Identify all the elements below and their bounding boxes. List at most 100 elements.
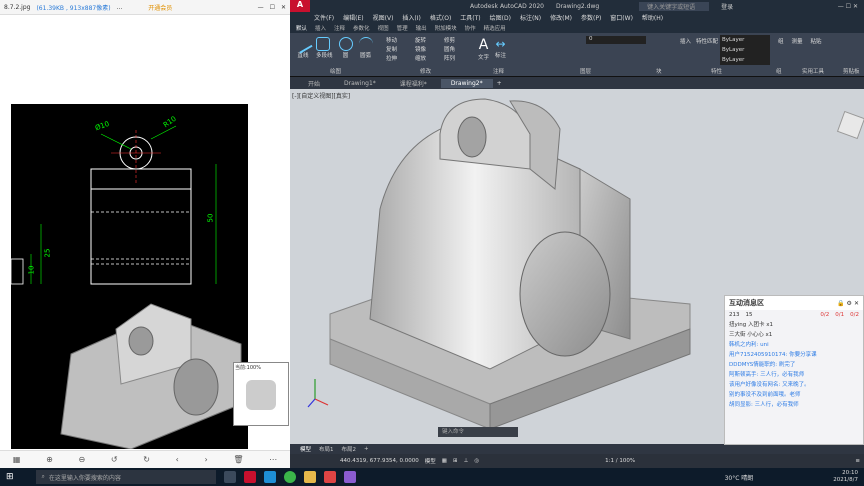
app-taskbar-icon[interactable] bbox=[323, 471, 336, 483]
grid-icon[interactable]: ▦ bbox=[13, 455, 21, 464]
menu-draw[interactable]: 绘图(D) bbox=[490, 13, 511, 22]
more-icon[interactable]: ⋯ bbox=[269, 455, 277, 464]
line-tool[interactable]: 直线 bbox=[293, 34, 313, 59]
lineweight-dropdown[interactable]: ByLayer bbox=[720, 55, 770, 65]
panel-label-block[interactable]: 块 bbox=[656, 67, 662, 75]
rotate-tool[interactable]: 旋转 bbox=[415, 36, 443, 44]
text-tool[interactable]: A 文字 bbox=[478, 37, 489, 61]
tab-layout2[interactable]: 布局2 bbox=[342, 445, 357, 453]
stretch-tool[interactable]: 拉伸 bbox=[386, 54, 414, 62]
osnap-icon[interactable]: ◎ bbox=[474, 458, 479, 464]
panel-label-properties[interactable]: 特性 bbox=[711, 67, 722, 75]
chrome-taskbar-icon[interactable] bbox=[283, 471, 296, 483]
measure-button[interactable]: 测量 bbox=[792, 37, 803, 45]
snap-icon[interactable]: ⊞ bbox=[453, 458, 458, 464]
menu-modify[interactable]: 修改(M) bbox=[550, 13, 572, 22]
panel-label-clipboard[interactable]: 剪贴板 bbox=[843, 67, 860, 75]
task-view-icon[interactable] bbox=[223, 471, 236, 483]
tab-drawing1[interactable]: Drawing1* bbox=[334, 79, 386, 88]
autocad-logo[interactable]: A bbox=[290, 0, 310, 12]
prev-icon[interactable]: ‹ bbox=[176, 455, 179, 464]
zoom-in-icon[interactable]: ⊕ bbox=[46, 455, 53, 464]
tab-annotate[interactable]: 注释 bbox=[334, 24, 345, 32]
command-line[interactable]: 键入命令 bbox=[438, 427, 518, 437]
ortho-icon[interactable]: ⊥ bbox=[464, 458, 469, 464]
tab-course[interactable]: 课程福利* bbox=[390, 78, 437, 89]
close-icon[interactable]: ✕ bbox=[281, 4, 286, 11]
tab-layout1[interactable]: 布局1 bbox=[319, 445, 334, 453]
menu-window[interactable]: 窗口(W) bbox=[610, 13, 633, 22]
viewer-navigator-thumbnail[interactable]: 当前:100% bbox=[233, 362, 289, 426]
insert-block-button[interactable]: 插入 bbox=[680, 37, 691, 45]
menu-help[interactable]: 帮助(H) bbox=[642, 13, 663, 22]
gift-2[interactable]: 0/1 bbox=[835, 312, 844, 318]
array-tool[interactable]: 阵列 bbox=[444, 54, 472, 62]
menu-file[interactable]: 文件(F) bbox=[314, 13, 334, 22]
scale-tool[interactable]: 缩放 bbox=[415, 54, 443, 62]
tab-parametric[interactable]: 参数化 bbox=[353, 24, 370, 32]
viewer-more-button[interactable]: ... bbox=[117, 4, 123, 11]
search-input[interactable]: 键入关键字或短语 bbox=[639, 1, 710, 11]
minimize-icon[interactable]: — bbox=[258, 4, 264, 11]
app2-taskbar-icon[interactable] bbox=[343, 471, 356, 483]
delete-icon[interactable]: 🗑 bbox=[233, 455, 243, 464]
customize-icon[interactable]: ≡ bbox=[855, 458, 860, 464]
trim-tool[interactable]: 修剪 bbox=[444, 36, 472, 44]
panel-label-annotation[interactable]: 注释 bbox=[493, 67, 504, 75]
group-button[interactable]: 组 bbox=[778, 37, 784, 45]
next-icon[interactable]: › bbox=[204, 455, 207, 464]
chat-controls[interactable]: 🔒 ⚙ ✕ bbox=[837, 300, 859, 307]
viewer-vip-button[interactable]: 开通会员 bbox=[148, 3, 172, 12]
panel-label-draw[interactable]: 绘图 bbox=[330, 67, 341, 75]
new-tab-button[interactable]: + bbox=[497, 80, 502, 87]
linetype-dropdown[interactable]: ByLayer bbox=[720, 45, 770, 55]
mirror-tool[interactable]: 镜像 bbox=[415, 45, 443, 53]
tab-output[interactable]: 输出 bbox=[416, 24, 427, 32]
weather-status[interactable]: 30°C 晴朗 bbox=[725, 473, 754, 482]
panel-label-layers[interactable]: 图层 bbox=[580, 67, 591, 75]
maximize-icon[interactable]: ☐ bbox=[270, 4, 275, 11]
login-button[interactable]: 登录 bbox=[721, 2, 733, 11]
zoom-out-icon[interactable]: ⊖ bbox=[78, 455, 85, 464]
tab-model[interactable]: 模型 bbox=[300, 445, 311, 453]
circle-tool[interactable]: 圆 bbox=[338, 37, 353, 59]
paste-button[interactable]: 粘贴 bbox=[811, 37, 822, 45]
tab-featured[interactable]: 精选应用 bbox=[484, 24, 506, 32]
tab-start[interactable]: 开始 bbox=[298, 78, 330, 89]
menu-edit[interactable]: 编辑(E) bbox=[343, 13, 363, 22]
copy-tool[interactable]: 复制 bbox=[386, 45, 414, 53]
panel-label-utilities[interactable]: 实用工具 bbox=[802, 67, 824, 75]
match-properties-button[interactable]: 特性匹配 bbox=[696, 37, 718, 45]
menu-view[interactable]: 视图(V) bbox=[373, 13, 394, 22]
dimension-tool[interactable]: ↔ 标注 bbox=[495, 37, 506, 61]
menu-tools[interactable]: 工具(T) bbox=[460, 13, 480, 22]
menu-insert[interactable]: 插入(I) bbox=[402, 13, 420, 22]
grid-icon[interactable]: ▦ bbox=[442, 458, 447, 464]
menu-format[interactable]: 格式(O) bbox=[430, 13, 451, 22]
panel-label-modify[interactable]: 修改 bbox=[420, 67, 431, 75]
tab-collaborate[interactable]: 协作 bbox=[465, 24, 476, 32]
gift-3[interactable]: 0/2 bbox=[850, 312, 859, 318]
fillet-tool[interactable]: 圆角 bbox=[444, 45, 472, 53]
menu-parametric[interactable]: 参数(P) bbox=[581, 13, 601, 22]
tab-manage[interactable]: 管理 bbox=[397, 24, 408, 32]
system-clock[interactable]: 20:10 2021/8/7 bbox=[833, 470, 858, 484]
rotate-left-icon[interactable]: ↺ bbox=[111, 455, 118, 464]
tab-insert[interactable]: 插入 bbox=[315, 24, 326, 32]
tab-addins[interactable]: 附加模块 bbox=[435, 24, 457, 32]
tab-default[interactable]: 默认 bbox=[296, 24, 307, 32]
autocad-taskbar-icon[interactable] bbox=[243, 471, 256, 483]
windows-start-icon[interactable]: ⊞ bbox=[6, 472, 14, 482]
color-dropdown[interactable]: ByLayer bbox=[720, 35, 770, 45]
panel-label-groups[interactable]: 组 bbox=[776, 67, 782, 75]
layer-dropdown[interactable]: 0 bbox=[586, 36, 646, 44]
edge-taskbar-icon[interactable] bbox=[263, 471, 276, 483]
rotate-right-icon[interactable]: ↻ bbox=[143, 455, 150, 464]
tab-view[interactable]: 视图 bbox=[378, 24, 389, 32]
move-tool[interactable]: 移动 bbox=[386, 36, 414, 44]
taskbar-search-input[interactable]: ⌕ 在这里输入你要搜索的内容 bbox=[35, 470, 216, 484]
tab-drawing2[interactable]: Drawing2* bbox=[440, 78, 493, 88]
add-layout-button[interactable]: + bbox=[364, 446, 369, 452]
menu-dimension[interactable]: 标注(N) bbox=[520, 13, 541, 22]
polyline-tool[interactable]: 多段线 bbox=[316, 37, 333, 59]
